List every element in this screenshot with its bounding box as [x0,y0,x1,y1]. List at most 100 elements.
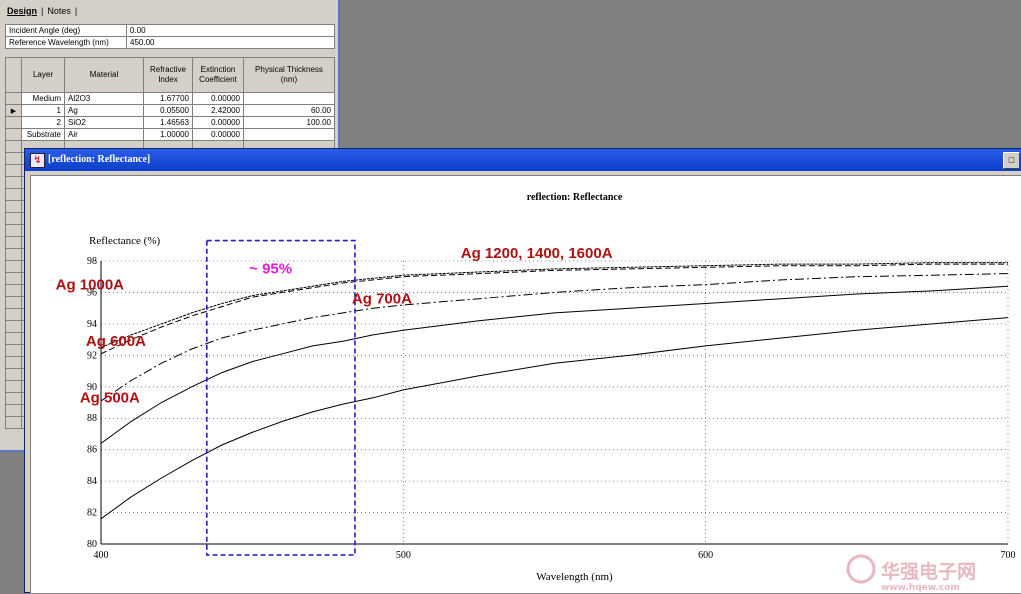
series-annotation: Ag 500A [80,390,140,407]
x-tick-label: 400 [94,550,109,561]
series-annotation: Ag 1000A [56,276,125,293]
param-label: Reference Wavelength (nm) [5,36,127,49]
series-annotation: Ag 1200, 1400, 1600A [461,245,613,262]
empty-cell [5,152,22,165]
y-tick-label: 94 [87,319,97,330]
chart-title: reflection: Reflectance [527,192,623,203]
layer-cell[interactable]: Substrate [21,128,65,141]
y-tick-label: 98 [87,256,97,267]
reflectance-chart: reflection: Reflectance Reflectance (%) Wa… [56,192,1016,593]
layer-row[interactable]: Medium Al2O3 1.67700 0.00000 [5,92,335,105]
chart-window-icon: ↯ [30,153,45,168]
chart-canvas: reflection: Reflectance Reflectance (%) Wa… [30,175,1021,594]
watermark-url: www.hqew.com [881,583,960,593]
incident-angle-field[interactable]: 0.00 [126,24,335,37]
x-tick-label: 600 [698,550,713,561]
series-annotation: Ag 700A [352,290,412,307]
y-axis-label: Reflectance (%) [89,235,160,247]
empty-cell [5,272,22,285]
empty-cell [5,344,22,357]
column-header-thickness[interactable]: Physical Thickness (nm) [243,57,335,93]
row-selector[interactable]: ▶ [5,104,22,117]
maximize-button[interactable]: □ [1003,152,1020,169]
layer-cell[interactable]: 1 [21,104,65,117]
empty-cell [5,140,22,153]
layer-cell[interactable]: 2 [21,116,65,129]
series-annotation: Ag 600A [86,333,146,350]
y-tick-label: 88 [87,413,97,424]
extinction-cell[interactable]: 0.00000 [192,128,244,141]
window-titlebar[interactable]: ↯ [reflection: Reflectance] □ [25,149,1021,171]
layer-cell[interactable]: Medium [21,92,65,105]
empty-cell [5,176,22,189]
series-annotation: ~ 95% [249,261,292,278]
x-axis-label: Wavelength (nm) [536,571,613,583]
material-cell[interactable]: Air [64,128,144,141]
row-selector-header [5,57,22,93]
column-header-refractive-index[interactable]: Refractive Index [143,57,193,93]
layer-row[interactable]: ▶ 1 Ag 0.05500 2.42000 60.00 [5,104,335,117]
thickness-cell[interactable]: 60.00 [243,104,335,117]
column-header-material[interactable]: Material [64,57,144,93]
thickness-cell[interactable] [243,128,335,141]
empty-cell [5,296,22,309]
extinction-cell[interactable]: 0.00000 [192,92,244,105]
refractive-index-cell[interactable]: 1.00000 [143,128,193,141]
chart-window: ↯ [reflection: Reflectance] □ reflection… [24,148,1021,594]
tab-notes[interactable]: Notes [44,6,74,16]
row-selector[interactable] [5,92,22,105]
watermark-logo-icon [846,554,876,584]
extinction-cell[interactable]: 0.00000 [192,116,244,129]
watermark-text: 华强电子网 [881,560,976,583]
parameters-table: Incident Angle (deg) 0.00 Reference Wave… [5,24,335,49]
material-cell[interactable]: SiO2 [64,116,144,129]
series-line [100,285,1009,444]
empty-cell [5,164,22,177]
column-header-extinction[interactable]: Extinction Coefficient [192,57,244,93]
empty-cell [5,248,22,261]
refractive-index-cell[interactable]: 0.05500 [143,104,193,117]
empty-cell [5,236,22,249]
material-cell[interactable]: Ag [64,104,144,117]
thickness-cell[interactable]: 100.00 [243,116,335,129]
empty-cell [5,200,22,213]
extinction-cell[interactable]: 2.42000 [192,104,244,117]
empty-cell [5,224,22,237]
column-header-layer[interactable]: Layer [21,57,65,93]
series-line [100,262,1008,348]
thickness-cell[interactable] [243,92,335,105]
row-selector[interactable] [5,116,22,129]
y-tick-label: 80 [87,539,97,550]
param-row: Incident Angle (deg) 0.00 [5,24,335,37]
refractive-index-cell[interactable]: 1.46563 [143,116,193,129]
row-selector[interactable] [5,128,22,141]
empty-cell [5,392,22,405]
y-tick-label: 82 [87,508,97,519]
empty-cell [5,416,22,429]
window-title: [reflection: Reflectance] [48,154,151,165]
empty-cell [5,404,22,417]
tab-separator: | [74,5,78,16]
empty-cell [5,308,22,321]
empty-cell [5,188,22,201]
empty-cell [5,368,22,381]
highlight-box [206,239,356,556]
param-row: Reference Wavelength (nm) 450.00 [5,36,335,49]
x-tick-label: 700 [1001,550,1016,561]
empty-cell [5,332,22,345]
empty-cell [5,320,22,333]
tab-design[interactable]: Design [4,6,40,16]
refractive-index-cell[interactable]: 1.67700 [143,92,193,105]
x-tick-label: 500 [396,550,411,561]
layer-row[interactable]: 2 SiO2 1.46563 0.00000 100.00 [5,116,335,129]
empty-cell [5,260,22,273]
empty-cell [5,284,22,297]
y-tick-label: 84 [87,476,97,487]
layer-row[interactable]: Substrate Air 1.00000 0.00000 [5,128,335,141]
y-tick-label: 92 [87,350,97,361]
param-label: Incident Angle (deg) [5,24,127,37]
empty-cell [5,356,22,369]
material-cell[interactable]: Al2O3 [64,92,144,105]
empty-cell [5,380,22,393]
reference-wavelength-field[interactable]: 450.00 [126,36,335,49]
